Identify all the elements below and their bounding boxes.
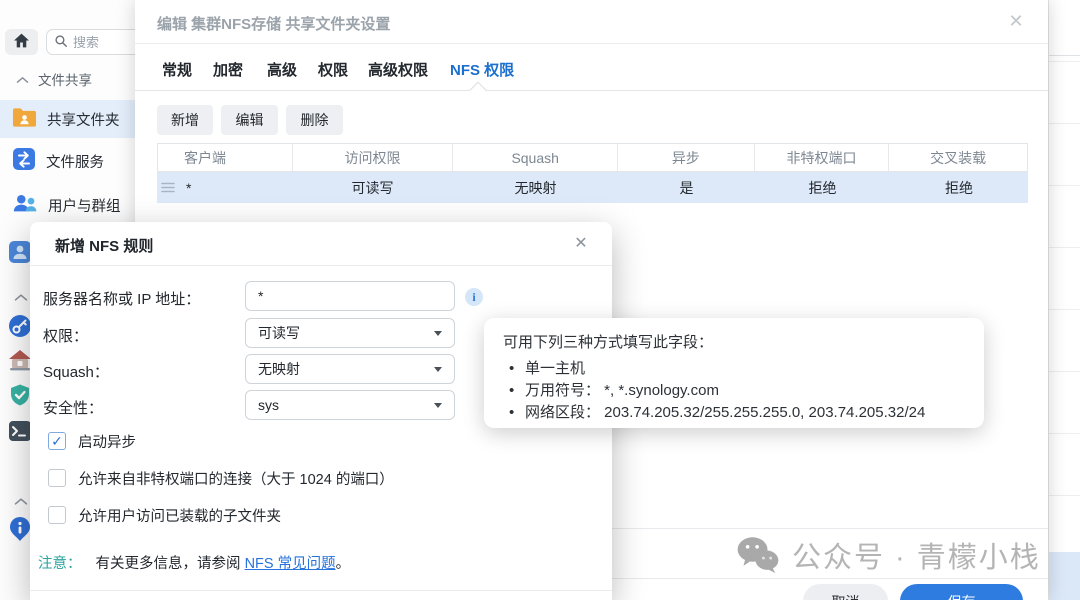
shared-folder-icon — [12, 106, 37, 132]
checkbox-unchecked-icon[interactable] — [48, 506, 66, 524]
checkbox-enable-async[interactable]: ✓ 启动异步 — [48, 431, 588, 451]
dialog-title: 新增 NFS 规则 — [55, 235, 153, 256]
background-window-strip — [1048, 0, 1080, 600]
cell-access: 可读写 — [292, 172, 453, 203]
sidebar-item-users-groups[interactable]: 用户与群组 — [0, 186, 135, 224]
tab-adv-permissions[interactable]: 高级权限 — [368, 58, 428, 90]
dialog-footer-divider — [30, 590, 612, 591]
tooltip-item: 万用符号： *, *.synology.com — [503, 380, 984, 402]
drag-handle-icon[interactable] — [161, 180, 175, 196]
server-name-input[interactable] — [245, 281, 455, 311]
cell-port: 拒绝 — [755, 172, 890, 203]
checkbox-nonprivileged-port[interactable]: 允许来自非特权端口的连接（大于 1024 的端口） — [48, 468, 588, 488]
dialog-title: 编辑 集群NFS存储 共享文件夹设置 — [157, 13, 390, 34]
squash-value: 无映射 — [258, 359, 300, 379]
chevron-down-icon — [434, 403, 442, 408]
security-label: 安全性： — [43, 397, 103, 418]
checkbox-label: 允许用户访问已装载的子文件夹 — [78, 505, 281, 526]
terminal-icon[interactable] — [8, 419, 32, 443]
col-header-async[interactable]: 异步 — [618, 144, 755, 171]
server-name-label: 服务器名称或 IP 地址： — [43, 288, 200, 309]
checkbox-label: 允许来自非特权端口的连接（大于 1024 的端口） — [78, 468, 394, 489]
key-icon[interactable] — [8, 314, 32, 338]
background-selected-row — [1049, 552, 1080, 600]
squash-select[interactable]: 无映射 — [245, 354, 455, 384]
chevron-down-icon — [434, 331, 442, 336]
close-icon[interactable]: ✕ — [570, 233, 592, 255]
col-header-client[interactable]: 客户端 — [158, 144, 293, 171]
home-folder-icon[interactable] — [8, 348, 32, 372]
domain-ldap-icon[interactable] — [8, 240, 32, 264]
screen: 文件共享 共享文件夹 文件服务 — [0, 0, 1080, 600]
security-select[interactable]: sys — [245, 390, 455, 420]
home-button[interactable] — [5, 29, 38, 55]
sidebar-section-label: 文件共享 — [38, 69, 92, 89]
close-icon[interactable]: ✕ — [1004, 9, 1028, 33]
squash-label: Squash： — [43, 361, 109, 382]
search-input[interactable] — [73, 35, 125, 50]
cell-client: * — [186, 180, 191, 196]
sidebar-item-shared-folder[interactable]: 共享文件夹 — [0, 100, 135, 138]
sidebar-item-label: 共享文件夹 — [47, 109, 120, 130]
checkbox-mounted-subfolder[interactable]: 允许用户访问已装载的子文件夹 — [48, 505, 588, 525]
note-row: 注意： 有关更多信息，请参阅 NFS 常见问题。 — [38, 552, 598, 573]
tooltip-title: 可用下列三种方式填写此字段： — [503, 331, 984, 352]
security-value: sys — [258, 397, 279, 413]
table-row[interactable]: * 可读写 无映射 是 拒绝 拒绝 — [157, 172, 1028, 203]
security-shield-icon[interactable] — [8, 383, 32, 407]
checkbox-checked-icon[interactable]: ✓ — [48, 432, 66, 450]
delete-button[interactable]: 删除 — [286, 105, 343, 135]
col-header-nonprivileged-port[interactable]: 非特权端口 — [755, 144, 890, 171]
tab-encryption[interactable]: 加密 — [213, 58, 243, 90]
tab-permissions[interactable]: 权限 — [318, 58, 348, 90]
privilege-value: 可读写 — [258, 323, 300, 343]
field-help-tooltip: 可用下列三种方式填写此字段： 单一主机 万用符号： *, *.synology.… — [484, 318, 984, 428]
col-header-squash[interactable]: Squash — [453, 144, 618, 171]
sidebar-item-label: 文件服务 — [46, 151, 104, 172]
cell-mount: 拒绝 — [890, 172, 1028, 203]
sidebar-section-file-sharing[interactable]: 文件共享 — [0, 66, 135, 92]
save-button[interactable]: 保存 — [900, 584, 1023, 600]
tab-general[interactable]: 常规 — [162, 58, 192, 90]
note-text: 有关更多信息，请参阅 — [96, 556, 245, 572]
users-groups-icon — [12, 192, 38, 218]
privilege-select[interactable]: 可读写 — [245, 318, 455, 348]
info-pin-icon[interactable] — [8, 516, 32, 540]
add-button[interactable]: 新增 — [157, 105, 213, 135]
info-icon[interactable]: i — [465, 288, 483, 306]
nfs-rules-table: 客户端 访问权限 Squash 异步 非特权端口 交叉装载 * 可读写 无映射 … — [157, 143, 1028, 203]
note-prefix: 注意： — [38, 556, 82, 572]
col-header-cross-mount[interactable]: 交叉装载 — [889, 144, 1027, 171]
privilege-label: 权限： — [43, 325, 88, 346]
chevron-up-icon[interactable] — [14, 289, 30, 299]
checkbox-label: 启动异步 — [78, 431, 136, 452]
nfs-faq-link[interactable]: NFS 常见问题 — [245, 556, 336, 572]
col-header-access[interactable]: 访问权限 — [293, 144, 454, 171]
file-services-icon — [12, 147, 36, 175]
chevron-down-icon — [434, 367, 442, 372]
tab-advanced[interactable]: 高级 — [267, 58, 297, 90]
cell-async: 是 — [618, 172, 755, 203]
search-icon — [54, 34, 68, 51]
title-divider — [30, 265, 612, 266]
tooltip-item: 单一主机 — [503, 358, 984, 380]
sidebar-item-label: 用户与群组 — [48, 195, 121, 216]
edit-button[interactable]: 编辑 — [221, 105, 278, 135]
title-divider — [135, 43, 1048, 44]
background-toolbar-line — [1049, 55, 1080, 56]
home-icon — [13, 33, 30, 51]
tabbar-line — [135, 90, 1048, 91]
search-box[interactable] — [46, 29, 142, 55]
sidebar-item-file-services[interactable]: 文件服务 — [0, 142, 135, 180]
table-header-row: 客户端 访问权限 Squash 异步 非特权端口 交叉装载 — [157, 143, 1028, 172]
checkbox-unchecked-icon[interactable] — [48, 469, 66, 487]
cell-squash: 无映射 — [453, 172, 618, 203]
chevron-up-icon — [16, 72, 29, 87]
tooltip-item: 网络区段： 203.74.205.32/255.255.255.0, 203.7… — [503, 402, 984, 424]
cancel-button[interactable]: 取消 — [803, 584, 888, 600]
chevron-up-icon[interactable] — [14, 493, 30, 503]
note-suffix: 。 — [336, 556, 351, 572]
